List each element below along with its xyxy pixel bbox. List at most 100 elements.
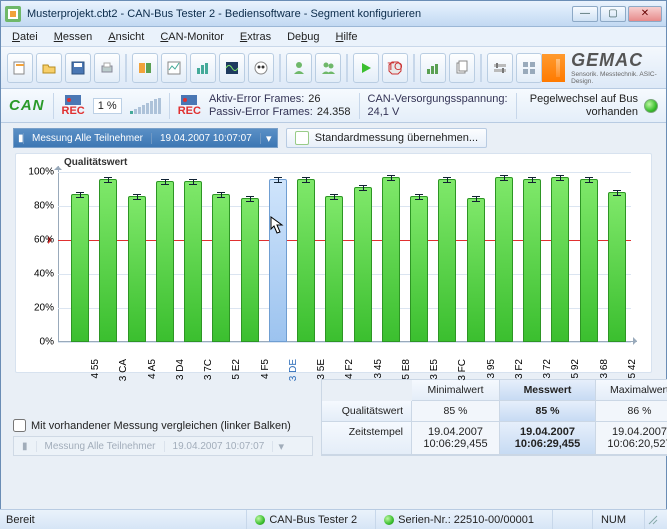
tb-copy-icon[interactable] [449,53,475,83]
tb-settings-icon[interactable] [487,53,513,83]
svg-text:STOP: STOP [387,61,403,73]
status-ready: Bereit [6,514,35,526]
tb-scope-icon[interactable] [219,53,245,83]
chart-bar[interactable] [467,198,485,343]
row-quality: Qualitätswert [322,401,412,422]
logo: GEMAC Sensorik. Messtechnik. ASIC-Design… [542,50,660,85]
measurement-controls: ▮ Messung Alle Teilnehmer 19.04.2007 10:… [1,123,666,153]
tb-print-icon[interactable] [94,53,120,83]
close-button[interactable]: ✕ [628,6,662,22]
status-num: NUM [592,510,634,529]
compare-combo[interactable]: ▮ Messung Alle Teilnehmer 19.04.2007 10:… [13,436,313,456]
menubar: Datei Messen Ansicht CAN-Monitor Extras … [1,27,666,47]
chart-title: Qualitätswert [64,157,127,168]
chart-bar[interactable] [580,179,598,342]
quality-chart[interactable]: Qualitätswert 0%20%40%60%80%100%4 553 CA… [15,153,652,373]
chart-bar[interactable] [551,177,569,342]
tb-tool1-icon[interactable] [132,53,158,83]
chart-bar[interactable] [608,192,626,342]
supply-voltage: CAN-Versorgungsspannung: 24,1 V [368,93,508,118]
chart-bar[interactable] [410,196,428,342]
compare-checkbox-input[interactable] [13,419,26,432]
x-tick: 4 F5 [260,359,271,379]
chart-bar[interactable] [71,194,89,342]
app-icon [5,6,21,22]
x-tick: 3 DE [288,359,299,381]
menu-extras[interactable]: Extras [233,29,278,45]
y-tick: 40% [20,269,54,280]
measurement-combo[interactable]: ▮ Messung Alle Teilnehmer 19.04.2007 10:… [13,128,278,148]
tb-bars-icon[interactable] [190,53,216,83]
check-icon [295,131,309,145]
x-tick: 3 5E [316,359,327,380]
y-tick: 80% [20,201,54,212]
x-tick: 3 E5 [429,359,440,380]
menu-datei[interactable]: Datei [5,29,45,45]
bus-led-icon [644,99,658,113]
menu-debug[interactable]: Debug [280,29,326,45]
tb-users-icon[interactable] [315,53,341,83]
x-tick: 3 CA [118,359,129,381]
y-tick: 0% [20,337,54,348]
rec-indicator[interactable]: REC [62,95,85,117]
tb-new-icon[interactable] [7,53,33,83]
chart-bar[interactable] [297,179,315,342]
chevron-down-icon: ▾ [273,440,289,453]
y-tick: 100% [20,167,54,178]
y-tick: 60% [20,235,54,246]
menu-can-monitor[interactable]: CAN-Monitor [153,29,231,45]
tb-grid-icon[interactable] [516,53,542,83]
col-mess: Messwert [500,380,596,401]
q-mess: 85 % [500,401,596,422]
chart-bar[interactable] [325,196,343,342]
menu-ansicht[interactable]: Ansicht [101,29,151,45]
col-min: Minimalwert [412,380,500,401]
chart-bar[interactable] [438,179,456,342]
t-max: 19.04.200710:06:20,527 [596,422,667,455]
maximize-button[interactable]: ▢ [600,6,626,22]
tb-monitor-icon[interactable] [248,53,274,83]
menu-messen[interactable]: Messen [47,29,100,45]
resize-grip-icon[interactable] [644,510,661,529]
x-tick: 4 55 [90,359,101,378]
rec2-indicator[interactable]: REC [178,95,201,117]
chart-bar[interactable] [269,179,287,342]
chart-bar[interactable] [212,194,230,342]
x-tick: 5 42 [627,359,638,378]
minimize-button[interactable]: — [572,6,598,22]
x-tick: 4 F2 [344,359,355,379]
cursor-icon [268,215,286,237]
x-tick: 5 E8 [401,359,412,380]
chart-bar[interactable] [128,196,146,342]
y-tick: 20% [20,303,54,314]
chart-bar[interactable] [241,198,259,343]
tb-tool2-icon[interactable] [161,53,187,83]
tb-chart-icon[interactable] [420,53,446,83]
tb-stop-icon[interactable]: STOP [382,53,408,83]
chart-bar[interactable] [156,181,174,343]
x-tick: 3 FC [457,359,468,381]
toolbar: STOP GEMAC Sensorik. Messtechnik. ASIC-D… [1,47,666,89]
compare-checkbox[interactable]: Mit vorhandener Messung vergleichen (lin… [13,419,313,432]
t-min: 19.04.200710:06:29,455 [412,422,500,455]
status-tester: CAN-Bus Tester 2 [246,510,365,529]
tb-play-icon[interactable] [353,53,379,83]
chart-bar[interactable] [99,179,117,342]
chart-bar[interactable] [523,179,541,342]
chart-bar[interactable] [382,177,400,342]
chart-bar[interactable] [495,177,513,342]
q-min: 85 % [412,401,500,422]
chart-bar[interactable] [354,187,372,342]
chevron-down-icon: ▾ [261,132,277,145]
status-led-icon [384,515,394,525]
menu-hilfe[interactable]: Hilfe [329,29,365,45]
standard-measurement-button[interactable]: Standardmessung übernehmen... [286,128,487,148]
chart-bar[interactable] [184,181,202,343]
compare-panel: Mit vorhandener Messung vergleichen (lin… [13,419,313,456]
tb-user-icon[interactable] [286,53,312,83]
tb-save-icon[interactable] [65,53,91,83]
tb-open-icon[interactable] [36,53,62,83]
logo-icon [542,54,565,82]
window-title: Musterprojekt.cbt2 - CAN-Bus Tester 2 - … [27,8,570,20]
y-axis [58,166,59,342]
